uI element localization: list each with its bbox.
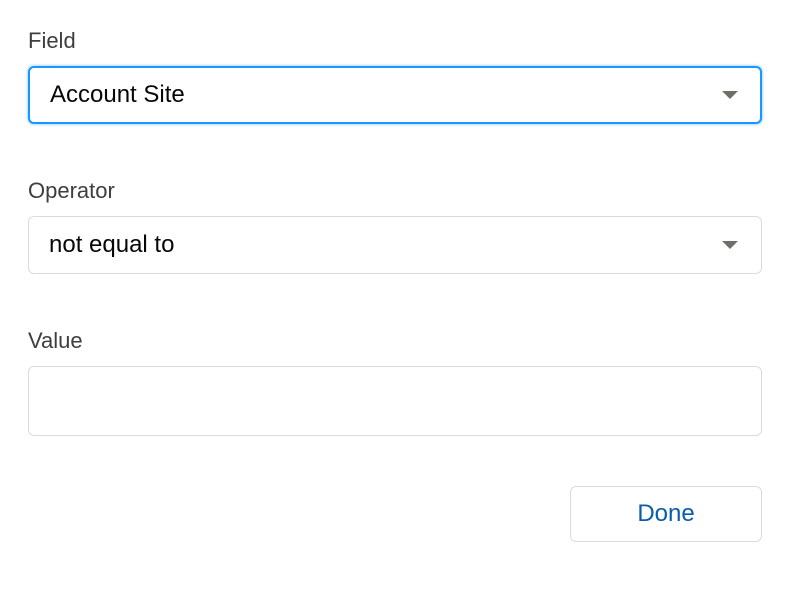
button-row: Done (28, 486, 762, 542)
done-button[interactable]: Done (570, 486, 762, 542)
value-group: Value (28, 328, 762, 436)
field-select-value: Account Site (50, 81, 185, 109)
operator-select-wrapper: not equal to (28, 216, 762, 274)
operator-select-value: not equal to (49, 231, 174, 259)
value-label: Value (28, 328, 762, 354)
field-select[interactable]: Account Site (28, 66, 762, 124)
field-group: Field Account Site (28, 28, 762, 124)
field-select-wrapper: Account Site (28, 66, 762, 124)
operator-select[interactable]: not equal to (28, 216, 762, 274)
operator-label: Operator (28, 178, 762, 204)
operator-group: Operator not equal to (28, 178, 762, 274)
value-input[interactable] (28, 366, 762, 436)
field-label: Field (28, 28, 762, 54)
